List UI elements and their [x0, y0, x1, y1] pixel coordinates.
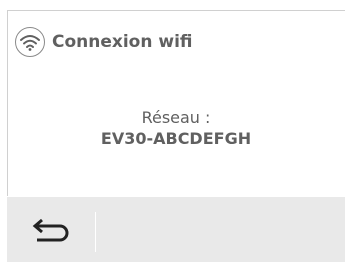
- left-border: [7, 10, 8, 196]
- footer-bar: [7, 197, 345, 262]
- header: Connexion wifi: [15, 25, 193, 59]
- footer-divider: [95, 212, 96, 252]
- network-label: Réseau :: [141, 108, 211, 127]
- back-arrow-icon: [32, 218, 69, 242]
- network-info: Réseau : EV30-ABCDEFGH: [7, 108, 345, 150]
- wifi-connection-screen: Connexion wifi Réseau : EV30-ABCDEFGH: [0, 0, 345, 262]
- page-title: Connexion wifi: [52, 32, 193, 52]
- wifi-icon: [15, 27, 45, 57]
- top-border: [7, 10, 345, 11]
- back-button[interactable]: [15, 209, 87, 251]
- network-name: EV30-ABCDEFGH: [100, 129, 252, 148]
